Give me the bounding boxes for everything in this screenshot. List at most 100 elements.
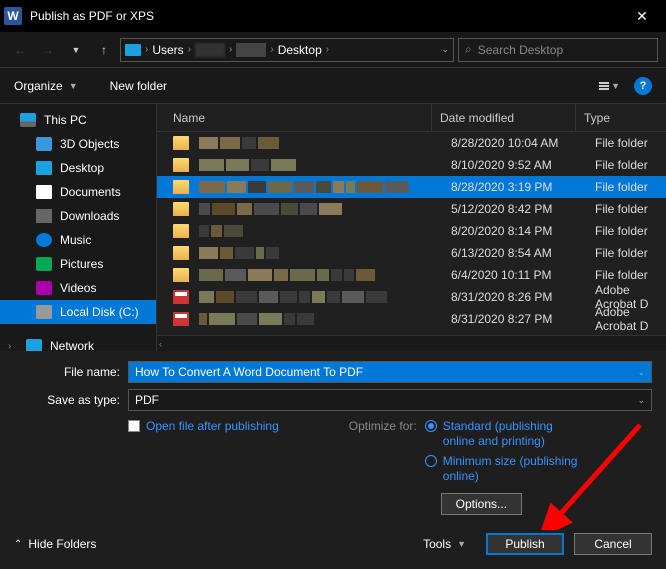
file-row[interactable]: 8/20/2020 8:14 PMFile folder <box>157 220 666 242</box>
nav-bar: ← → ▼ ↑ › Users › › › Desktop › ⌄ ⌕ Sear… <box>0 32 666 68</box>
file-name-redacted <box>199 269 445 281</box>
radio-icon <box>425 455 437 467</box>
nav-history-icon[interactable]: ▼ <box>64 38 88 62</box>
pc-icon <box>125 44 141 56</box>
chevron-right-icon: › <box>145 44 148 55</box>
filename-input[interactable]: How To Convert A Word Document To PDF ⌄ <box>128 361 652 383</box>
chevron-down-icon[interactable]: ⌄ <box>637 367 645 378</box>
column-type[interactable]: Type <box>575 104 666 131</box>
nav-forward-icon[interactable]: → <box>36 38 60 62</box>
network-icon <box>26 339 42 351</box>
publish-button[interactable]: Publish <box>486 533 564 555</box>
file-type: File folder <box>589 180 666 194</box>
folder-icon <box>173 136 189 150</box>
radio-minimum[interactable]: Minimum size (publishing online) <box>425 454 583 483</box>
file-date: 6/13/2020 8:54 AM <box>445 246 589 260</box>
sidebar-item-3dobjects[interactable]: 3D Objects <box>0 132 156 156</box>
chevron-down-icon: ⌃ <box>14 539 22 550</box>
nav-up-icon[interactable]: ↑ <box>92 38 116 62</box>
file-row[interactable]: 8/10/2020 9:52 AMFile folder <box>157 154 666 176</box>
chevron-down-icon: ▼ <box>69 81 78 91</box>
pictures-icon <box>36 257 52 271</box>
new-folder-button[interactable]: New folder <box>110 79 167 93</box>
folder-icon <box>173 246 189 260</box>
close-button[interactable]: ✕ <box>622 8 662 25</box>
file-row[interactable]: 8/28/2020 3:19 PMFile folder <box>157 176 666 198</box>
file-row[interactable]: 6/13/2020 8:54 AMFile folder <box>157 242 666 264</box>
file-name-redacted <box>199 247 445 259</box>
breadcrumb-desktop[interactable]: Desktop <box>278 43 322 57</box>
nav-back-icon[interactable]: ← <box>8 38 32 62</box>
organize-menu[interactable]: Organize ▼ <box>14 79 78 93</box>
chevron-down-icon[interactable]: ⌄ <box>637 395 645 406</box>
file-type: File folder <box>589 246 666 260</box>
sidebar-item-documents[interactable]: Documents <box>0 180 156 204</box>
file-date: 8/31/2020 8:26 PM <box>445 290 589 304</box>
file-row[interactable]: 8/28/2020 10:04 AMFile folder <box>157 132 666 154</box>
view-mode-button[interactable]: ▼ <box>599 81 620 91</box>
column-name[interactable]: Name <box>173 111 431 125</box>
downloads-icon <box>36 209 52 223</box>
folder-icon <box>173 224 189 238</box>
file-type: File folder <box>589 202 666 216</box>
breadcrumb[interactable]: › Users › › › Desktop › ⌄ <box>120 38 454 62</box>
file-date: 6/4/2020 10:11 PM <box>445 268 589 282</box>
cancel-button[interactable]: Cancel <box>574 533 652 555</box>
pdf-icon <box>173 290 189 304</box>
breadcrumb-dropdown-icon[interactable]: ⌄ <box>441 44 449 55</box>
open-after-checkbox[interactable]: Open file after publishing <box>128 419 279 433</box>
toolbar: Organize ▼ New folder ▼ ? <box>0 68 666 104</box>
pdf-icon <box>173 312 189 326</box>
column-date[interactable]: Date modified <box>431 104 575 131</box>
tools-menu[interactable]: Tools ▼ <box>423 537 466 551</box>
sidebar-item-music[interactable]: Music <box>0 228 156 252</box>
search-icon: ⌕ <box>465 42 472 57</box>
file-area: Name Date modified Type 8/28/2020 10:04 … <box>157 104 666 351</box>
sidebar-item-thispc[interactable]: This PC <box>0 108 156 132</box>
folder-icon <box>173 268 189 282</box>
sidebar-item-videos[interactable]: Videos <box>0 276 156 300</box>
radio-icon <box>425 420 437 432</box>
videos-icon <box>36 281 52 295</box>
sidebar-item-desktop[interactable]: Desktop <box>0 156 156 180</box>
file-type: Adobe Acrobat D <box>589 305 666 333</box>
file-name-redacted <box>199 225 445 237</box>
music-icon <box>36 233 52 247</box>
chevron-right-icon: › <box>270 44 273 55</box>
sidebar-item-downloads[interactable]: Downloads <box>0 204 156 228</box>
file-list[interactable]: 8/28/2020 10:04 AMFile folder8/10/2020 9… <box>157 132 666 335</box>
sidebar-item-network[interactable]: ›Network <box>0 334 156 351</box>
radio-standard[interactable]: Standard (publishing online and printing… <box>425 419 583 448</box>
breadcrumb-redacted <box>195 43 225 57</box>
file-date: 8/28/2020 3:19 PM <box>445 180 589 194</box>
disk-icon <box>36 305 52 319</box>
pc-icon <box>20 113 36 127</box>
breadcrumb-users[interactable]: Users <box>152 43 183 57</box>
titlebar: W Publish as PDF or XPS ✕ <box>0 0 666 32</box>
search-placeholder: Search Desktop <box>478 43 563 57</box>
file-name-redacted <box>199 203 445 215</box>
folder-icon <box>173 158 189 172</box>
sidebar-item-pictures[interactable]: Pictures <box>0 252 156 276</box>
file-type: File folder <box>589 268 666 282</box>
file-row[interactable]: 8/31/2020 8:27 PMAdobe Acrobat D <box>157 308 666 330</box>
file-name-redacted <box>199 137 445 149</box>
desktop-icon <box>36 161 52 175</box>
options-button[interactable]: Options... <box>441 493 522 515</box>
file-name-redacted <box>199 159 445 171</box>
search-input[interactable]: ⌕ Search Desktop <box>458 38 658 62</box>
help-button[interactable]: ? <box>634 77 652 95</box>
chevron-down-icon: ▼ <box>611 81 620 91</box>
hide-folders-button[interactable]: ⌃ Hide Folders <box>14 537 96 551</box>
publish-dialog: W Publish as PDF or XPS ✕ ← → ▼ ↑ › User… <box>0 0 666 569</box>
word-app-icon: W <box>4 7 22 25</box>
scroll-bar[interactable]: ‹ <box>157 335 666 351</box>
filename-label: File name: <box>14 365 120 379</box>
bottom-panel: File name: How To Convert A Word Documen… <box>0 351 666 569</box>
saveas-select[interactable]: PDF ⌄ <box>128 389 652 411</box>
folder-icon <box>173 202 189 216</box>
documents-icon <box>36 185 52 199</box>
sidebar-item-localdisk[interactable]: Local Disk (C:) <box>0 300 156 324</box>
3d-icon <box>36 137 52 151</box>
file-row[interactable]: 5/12/2020 8:42 PMFile folder <box>157 198 666 220</box>
